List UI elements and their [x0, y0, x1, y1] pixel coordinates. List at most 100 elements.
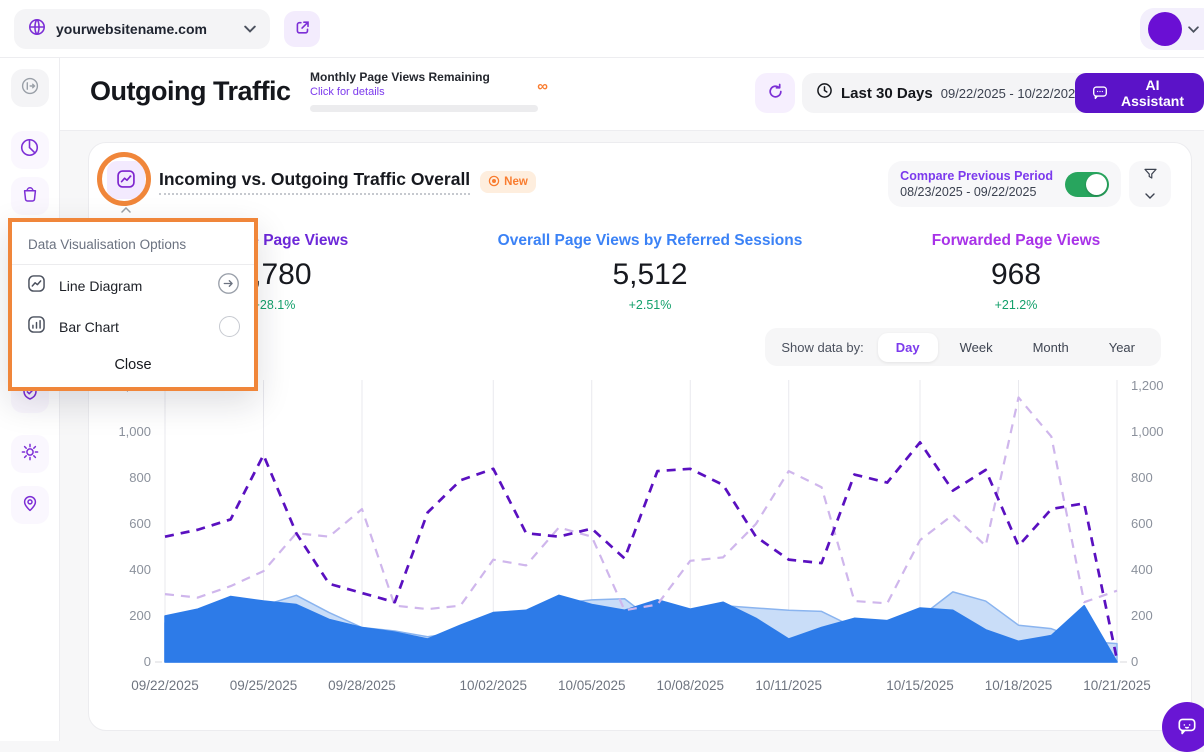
compare-range: 08/23/2025 - 09/22/2025 [900, 185, 1053, 199]
popup-title: Data Visualisation Options [12, 222, 254, 264]
infinity-icon: ∞ [537, 78, 548, 95]
chevron-down-icon [1188, 20, 1199, 38]
svg-text:200: 200 [129, 608, 151, 623]
svg-text:10/02/2025: 10/02/2025 [459, 678, 527, 693]
sidebar-item-settings[interactable] [11, 435, 49, 473]
chat-fab-button[interactable] [1162, 702, 1204, 752]
refresh-icon [766, 82, 785, 104]
segment-option-day[interactable]: Day [878, 333, 938, 362]
svg-text:09/28/2025: 09/28/2025 [328, 678, 396, 693]
popup-option-bar-chart[interactable]: Bar Chart [12, 306, 254, 347]
quota-details-link[interactable]: Click for details [310, 86, 548, 98]
open-website-button[interactable] [284, 11, 320, 47]
compare-previous-period: Compare Previous Period 08/23/2025 - 09/… [888, 161, 1121, 207]
segment-option-week[interactable]: Week [942, 333, 1011, 362]
page-header: Outgoing Traffic Monthly Page Views Rema… [60, 58, 1204, 131]
show-data-by-segment: Show data by: Day Week Month Year [765, 328, 1161, 366]
card-header: Incoming vs. Outgoing Traffic Overall Ne… [89, 143, 1191, 218]
compare-label: Compare Previous Period [900, 169, 1053, 183]
svg-text:10/08/2025: 10/08/2025 [656, 678, 724, 693]
svg-text:0: 0 [1131, 654, 1138, 669]
svg-text:10/21/2025: 10/21/2025 [1083, 678, 1151, 693]
svg-text:400: 400 [1131, 562, 1153, 577]
stat-label: Overall Page Views by Referred Sessions [459, 232, 841, 250]
stat-value: 968 [841, 258, 1191, 292]
stat-referred-sessions: Overall Page Views by Referred Sessions … [459, 232, 841, 312]
sidebar-item-analytics[interactable] [11, 131, 49, 169]
chevron-up-icon [107, 200, 145, 218]
svg-text:10/11/2025: 10/11/2025 [755, 678, 822, 693]
popup-option-label: Bar Chart [59, 319, 207, 335]
popup-option-label: Line Diagram [59, 278, 205, 294]
chevron-down-icon [1145, 187, 1155, 202]
range-label: Last 30 Days [841, 85, 933, 102]
user-menu[interactable] [1140, 8, 1204, 50]
compare-toggle[interactable] [1065, 172, 1109, 197]
svg-text:600: 600 [129, 516, 151, 531]
card-title: Incoming vs. Outgoing Traffic Overall [159, 169, 470, 195]
quota-label: Monthly Page Views Remaining [310, 70, 548, 84]
svg-text:1,000: 1,000 [118, 424, 151, 439]
stat-label: Forwarded Page Views [841, 232, 1191, 250]
svg-text:1,200: 1,200 [1131, 378, 1164, 393]
arrow-right-circle-icon [217, 272, 240, 300]
range-dates: 09/22/2025 - 10/22/2025 [941, 86, 1083, 101]
ai-assistant-button[interactable]: AI Assistant [1075, 73, 1204, 113]
quota-progress-bar [310, 105, 538, 112]
toggle-knob [1086, 174, 1107, 195]
ai-assistant-label: AI Assistant [1117, 77, 1188, 109]
website-selector[interactable]: yourwebsitename.com [14, 9, 270, 49]
visualisation-options-button[interactable] [107, 161, 145, 199]
funnel-icon [1142, 167, 1159, 185]
segment-option-month[interactable]: Month [1015, 333, 1087, 362]
page-title: Outgoing Traffic [90, 76, 291, 107]
map-pin-icon [20, 493, 40, 518]
show-data-by-label: Show data by: [781, 340, 863, 355]
svg-text:09/25/2025: 09/25/2025 [230, 678, 298, 693]
popup-option-line-diagram[interactable]: Line Diagram [12, 265, 254, 306]
topbar: yourwebsitename.com [0, 0, 1204, 58]
new-badge: New [480, 171, 536, 193]
svg-text:600: 600 [1131, 516, 1153, 531]
line-chart-icon [26, 273, 47, 299]
globe-icon [28, 18, 46, 41]
gear-icon [20, 442, 40, 467]
svg-text:1,000: 1,000 [1131, 424, 1164, 439]
stat-forwarded-page-views: Forwarded Page Views 968 +21.2% [841, 232, 1191, 312]
popup-close-button[interactable]: Close [12, 347, 254, 387]
chat-icon [1091, 83, 1109, 104]
svg-text:10/05/2025: 10/05/2025 [558, 678, 626, 693]
chevron-down-icon [244, 20, 256, 38]
svg-text:800: 800 [129, 470, 151, 485]
traffic-chart: 09/22/2025 09/25/2025 09/28/2025 10/02/2025… [103, 374, 1179, 701]
line-chart-icon [115, 168, 137, 193]
svg-text:10/18/2025: 10/18/2025 [985, 678, 1053, 693]
svg-text:10/15/2025: 10/15/2025 [886, 678, 954, 693]
target-dot-icon [488, 175, 500, 190]
stat-delta: +21.2% [841, 298, 1191, 312]
new-badge-label: New [504, 176, 528, 188]
stat-value: 5,512 [459, 258, 841, 292]
sidebar-item-store[interactable] [11, 177, 49, 215]
avatar [1148, 12, 1182, 46]
svg-text:09/22/2025: 09/22/2025 [131, 678, 199, 693]
refresh-button[interactable] [755, 73, 795, 113]
svg-text:0: 0 [144, 654, 151, 669]
radio-circle-icon[interactable] [219, 316, 240, 337]
quota-widget: Monthly Page Views Remaining Click for d… [310, 70, 548, 112]
shopping-bag-icon [20, 184, 40, 209]
data-visualisation-popup: Data Visualisation Options Line Diagram … [8, 218, 258, 391]
svg-text:400: 400 [129, 562, 151, 577]
bar-chart-icon [26, 314, 47, 340]
panel-toggle-icon [20, 76, 40, 101]
filter-button[interactable] [1129, 161, 1171, 207]
svg-text:800: 800 [1131, 470, 1153, 485]
sidebar-item-locations[interactable] [11, 486, 49, 524]
sidebar [0, 58, 60, 741]
sidebar-collapse-button[interactable] [11, 69, 49, 107]
segment-option-year[interactable]: Year [1091, 333, 1153, 362]
svg-text:200: 200 [1131, 608, 1153, 623]
date-range-selector[interactable]: Last 30 Days 09/22/2025 - 10/22/2025 [802, 73, 1114, 113]
external-link-icon [294, 19, 311, 39]
stat-delta: +2.51% [459, 298, 841, 312]
